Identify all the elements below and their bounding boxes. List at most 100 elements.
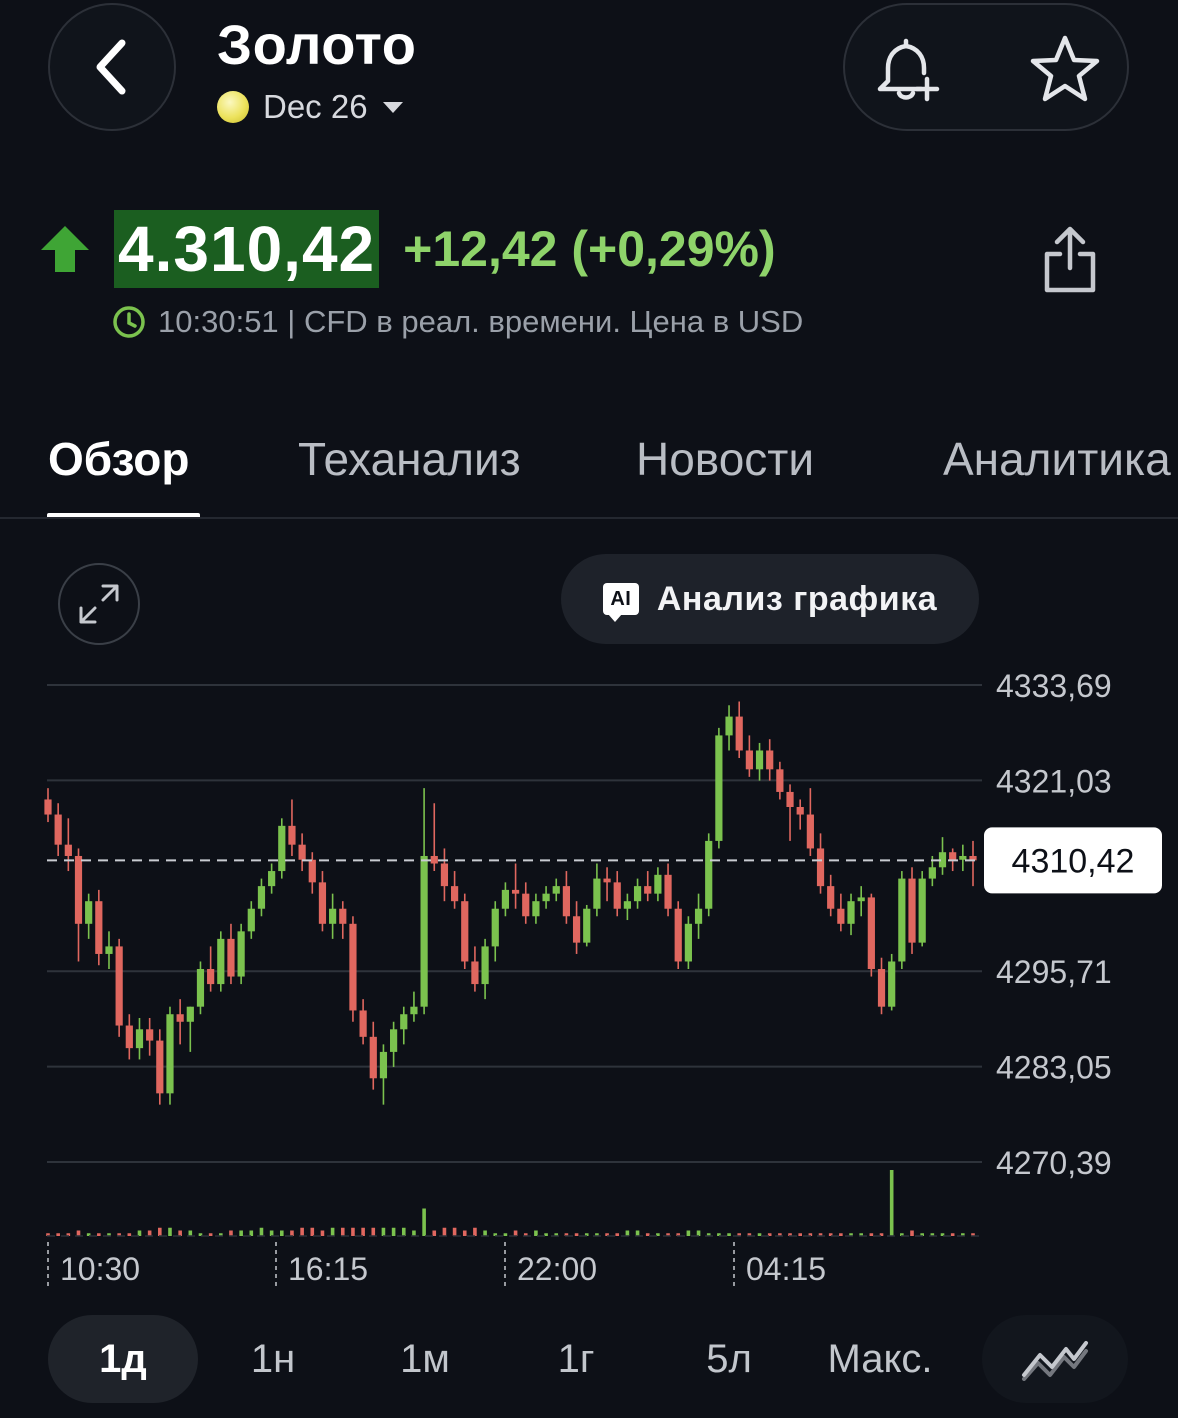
- volume-bar: [910, 1230, 914, 1236]
- gold-coin-icon: [217, 91, 249, 123]
- volume-bar: [483, 1230, 487, 1236]
- candle: [664, 863, 672, 917]
- candle: [298, 833, 306, 872]
- volume-bar: [351, 1227, 355, 1236]
- candle-body: [674, 908, 682, 962]
- candle-body: [339, 908, 347, 924]
- volume-bar: [249, 1230, 254, 1236]
- star-icon[interactable]: [1029, 33, 1101, 105]
- candle-body: [572, 916, 581, 943]
- quote-row: 4.310,42 +12,42 (+0,29%): [40, 210, 776, 288]
- candle-body: [694, 908, 703, 924]
- volume-bar: [625, 1230, 630, 1236]
- ai-chart-analysis-button[interactable]: AI Анализ графика: [561, 554, 979, 644]
- candle-body: [440, 863, 449, 887]
- candle: [278, 818, 286, 879]
- candle: [847, 893, 855, 936]
- candle-body: [146, 1029, 154, 1041]
- candle-body: [54, 814, 62, 845]
- candle: [379, 1044, 388, 1105]
- candle: [766, 739, 774, 781]
- volume-bar: [635, 1230, 640, 1236]
- share-icon[interactable]: [1040, 226, 1100, 294]
- tab-technical-analysis[interactable]: Теханализ: [298, 432, 521, 486]
- candle: [359, 999, 367, 1045]
- candle: [888, 953, 896, 1011]
- candle-body: [298, 844, 306, 860]
- candle: [867, 893, 875, 977]
- ai-icon: AI: [602, 583, 639, 622]
- candle-body: [115, 946, 123, 1026]
- expand-chart-button[interactable]: [58, 563, 140, 645]
- contract-selector[interactable]: Dec 26: [217, 88, 404, 126]
- volume-bar: [381, 1227, 386, 1236]
- candle: [339, 901, 347, 939]
- candle: [806, 788, 814, 856]
- candle-body: [522, 893, 530, 917]
- price-chart[interactable]: 4333,69 4321,03 4295,71 4283,05 4270,39 10:3…: [0, 650, 1178, 1310]
- volume-bar: [686, 1230, 691, 1236]
- candle: [694, 893, 703, 939]
- volume-bar: [950, 1233, 955, 1236]
- candle: [115, 938, 123, 1037]
- candle-body: [705, 840, 713, 909]
- range-1w[interactable]: 1н: [220, 1315, 326, 1403]
- candle-body: [349, 923, 357, 1011]
- chart-type-button[interactable]: [982, 1315, 1128, 1403]
- range-1m[interactable]: 1м: [372, 1315, 478, 1403]
- candle-body: [949, 852, 957, 860]
- candle: [908, 867, 916, 954]
- candle-body: [278, 825, 286, 872]
- volume-bar: [168, 1227, 172, 1236]
- candle: [420, 788, 428, 1015]
- price-change: +12,42 (+0,29%): [403, 221, 776, 277]
- candle-body: [654, 874, 662, 894]
- candle: [471, 946, 479, 992]
- candle: [633, 878, 642, 909]
- candle: [613, 871, 621, 917]
- volume-bar: [452, 1227, 457, 1236]
- candle: [857, 886, 865, 917]
- volume-bar: [473, 1227, 477, 1236]
- y-tick-label: 4283,05: [996, 1050, 1112, 1086]
- bell-plus-icon[interactable]: [871, 35, 941, 105]
- candle-body: [827, 886, 835, 909]
- candle: [786, 784, 794, 841]
- tab-news[interactable]: Новости: [636, 432, 814, 486]
- candle-body: [166, 1014, 174, 1094]
- range-1y[interactable]: 1г: [523, 1315, 629, 1403]
- candle-body: [908, 878, 916, 943]
- candle: [583, 904, 591, 947]
- candle-body: [928, 867, 936, 879]
- range-5y[interactable]: 5л: [676, 1315, 782, 1403]
- candle-body: [867, 897, 875, 970]
- candle-body: [755, 750, 764, 770]
- volume-bar: [310, 1227, 315, 1236]
- range-1d[interactable]: 1д: [48, 1315, 198, 1403]
- candle-body: [562, 886, 571, 917]
- candle-body: [613, 882, 621, 909]
- candle-body: [877, 969, 886, 1007]
- candle: [796, 799, 804, 830]
- candle: [308, 852, 316, 894]
- tab-overview[interactable]: Обзор: [48, 432, 190, 486]
- clock-icon: [113, 306, 145, 338]
- volume-bar: [361, 1227, 365, 1236]
- candle: [938, 837, 947, 875]
- candle-body: [288, 825, 296, 845]
- x-tick-label: 16:15: [288, 1251, 368, 1287]
- candle: [969, 840, 977, 887]
- candle: [461, 893, 469, 970]
- range-max[interactable]: Макс.: [810, 1315, 950, 1403]
- back-button[interactable]: [48, 3, 176, 131]
- candle: [318, 871, 327, 932]
- candle-body: [491, 908, 499, 947]
- quote-meta-text: 10:30:51 | CFD в реал. времени. Цена в U…: [158, 304, 804, 339]
- volume-bar: [432, 1230, 437, 1236]
- volume-bar: [534, 1230, 538, 1236]
- last-price: 4.310,42: [114, 210, 380, 288]
- tab-analytics[interactable]: Аналитика: [943, 432, 1171, 486]
- candle-body: [542, 893, 550, 902]
- volume-bar: [320, 1230, 325, 1236]
- volume-bar: [97, 1233, 101, 1236]
